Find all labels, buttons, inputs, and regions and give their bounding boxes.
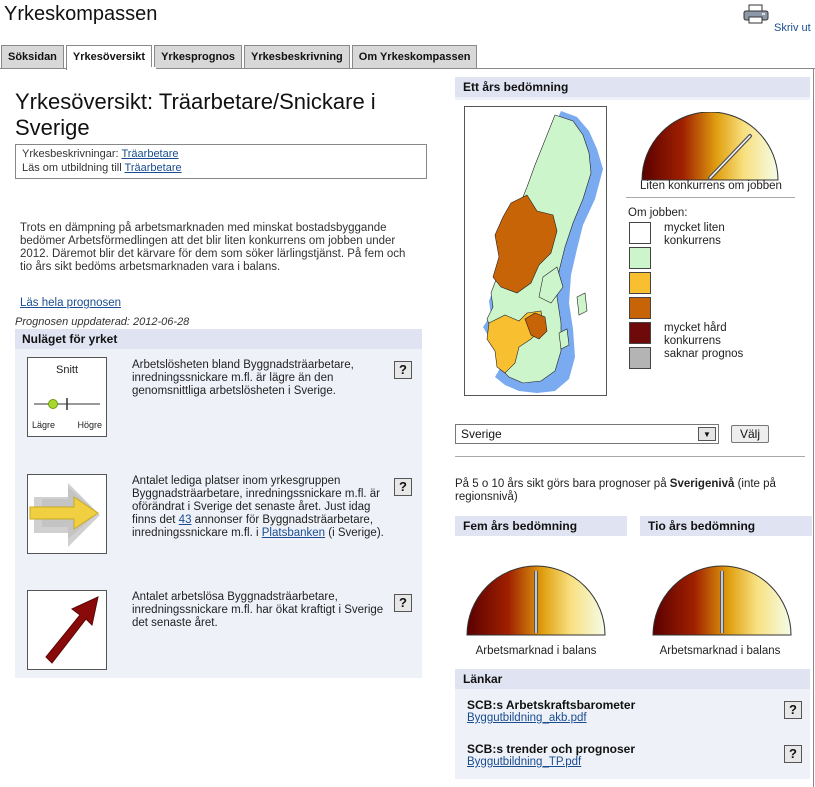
legend-label-none: saknar prognos bbox=[664, 348, 744, 360]
nulaget-heading: Nuläget för yrket bbox=[15, 329, 422, 349]
content-border bbox=[813, 68, 814, 787]
info-box: Yrkesbeskrivningar: Träarbetare Läs om u… bbox=[15, 144, 427, 179]
flat-arrow-icon bbox=[29, 483, 100, 547]
chevron-down-icon[interactable]: ▼ bbox=[698, 427, 716, 441]
ten-year-gauge bbox=[652, 565, 792, 636]
vacancies-text-end: (i Sverige). bbox=[325, 527, 384, 539]
region-select[interactable]: Sverige ▼ bbox=[455, 424, 719, 444]
active-tab-gap bbox=[67, 67, 156, 70]
one-year-heading: Ett års bedömning bbox=[455, 77, 810, 97]
scale-high-label: Högre bbox=[77, 420, 102, 430]
five-year-gauge bbox=[466, 565, 606, 636]
legend-swatch-very-high bbox=[629, 322, 651, 344]
vacancies-text: Antalet lediga platser inom yrkesgruppen… bbox=[132, 475, 384, 540]
descriptions-link[interactable]: Träarbetare bbox=[121, 148, 178, 160]
note-text-bold: Sverigenivå bbox=[669, 478, 735, 490]
help-button-unemployed[interactable]: ? bbox=[394, 594, 412, 612]
ten-year-gauge-label: Arbetsmarknad i balans bbox=[659, 645, 781, 657]
scale-low-label: Lägre bbox=[32, 420, 56, 430]
legend-swatch-mid bbox=[629, 272, 651, 294]
vacancies-indicator bbox=[27, 474, 107, 554]
tab-om-yrkeskompassen[interactable]: Om Yrkeskompassen bbox=[351, 45, 478, 69]
page-title: Yrkesöversikt: Träarbetare/Snickare i Sv… bbox=[15, 89, 376, 140]
gauge-separator bbox=[626, 197, 795, 198]
unemployed-trend-indicator bbox=[27, 590, 107, 670]
sweden-map-graphic bbox=[483, 111, 603, 393]
summary-text: Trots en dämpning på arbetsmarknaden med… bbox=[20, 222, 406, 273]
print-label: Skriv ut bbox=[774, 22, 811, 34]
legend-swatch-low bbox=[629, 247, 651, 269]
education-link[interactable]: Träarbetare bbox=[125, 162, 182, 174]
up-arrow-icon bbox=[45, 596, 99, 664]
five-year-gauge-label: Arbetsmarknad i balans bbox=[475, 645, 597, 657]
select-separator bbox=[455, 456, 805, 457]
one-year-gauge-label: Liten konkurrens om jobben bbox=[640, 180, 782, 192]
education-label: Läs om utbildning till bbox=[22, 162, 122, 174]
ten-year-heading: Tio års bedömning bbox=[640, 516, 812, 536]
help-button-akb[interactable]: ? bbox=[784, 701, 802, 719]
link-title-akb: SCB:s Arbetskraftsbarometer bbox=[467, 698, 636, 712]
valj-button[interactable]: Välj bbox=[731, 425, 769, 443]
average-scale-icon bbox=[34, 398, 100, 410]
printer-icon bbox=[743, 4, 769, 24]
platsbanken-link[interactable]: Platsbanken bbox=[262, 527, 325, 539]
link-title-tp: SCB:s trender och prognoser bbox=[467, 742, 636, 756]
legend-swatch-high bbox=[629, 297, 651, 319]
descriptions-label: Yrkesbeskrivningar: bbox=[22, 148, 119, 160]
note-text-start: På 5 o 10 års sikt görs bara prognoser p… bbox=[455, 478, 670, 490]
one-year-gauge bbox=[641, 112, 779, 181]
legend-label-very-low: mycket liten konkurrens bbox=[664, 222, 725, 247]
updated-date: Prognosen uppdaterad: 2012-06-28 bbox=[15, 316, 190, 328]
forecast-note: På 5 o 10 års sikt görs bara prognoser p… bbox=[455, 478, 805, 504]
link-file-tp[interactable]: Byggutbildning_TP.pdf bbox=[467, 756, 581, 768]
unemployed-trend-text: Antalet arbetslösa Byggnadsträarbetare, … bbox=[132, 591, 384, 629]
help-button-tp[interactable]: ? bbox=[784, 745, 802, 763]
legend-swatch-none bbox=[629, 347, 651, 369]
read-more-link[interactable]: Läs hela prognosen bbox=[20, 297, 121, 309]
help-button-vacancies[interactable]: ? bbox=[394, 478, 412, 496]
unemployment-text: Arbetslösheten bland Byggnadsträarbetare… bbox=[132, 359, 354, 397]
app-title: Yrkeskompassen bbox=[4, 3, 158, 25]
help-button-unemployment[interactable]: ? bbox=[394, 361, 412, 379]
five-year-heading: Fem års bedömning bbox=[455, 516, 627, 536]
legend-label-very-high: mycket hård konkurrens bbox=[664, 322, 727, 347]
tab-yrkesbeskrivning[interactable]: Yrkesbeskrivning bbox=[244, 45, 350, 69]
ads-count-link[interactable]: 43 bbox=[179, 514, 192, 526]
links-heading: Länkar bbox=[455, 669, 810, 689]
tab-soksidan[interactable]: Söksidan bbox=[1, 45, 64, 69]
unemployment-indicator: Snitt Lägre Högre bbox=[27, 357, 107, 437]
link-file-akb[interactable]: Byggutbildning_akb.pdf bbox=[467, 712, 587, 724]
tab-bar: Söksidan Yrkesöversikt Yrkesprognos Yrke… bbox=[1, 45, 478, 70]
tab-yrkesprognos[interactable]: Yrkesprognos bbox=[154, 45, 243, 69]
legend-swatch-very-low bbox=[629, 222, 651, 244]
sweden-map[interactable] bbox=[464, 106, 607, 396]
region-select-value: Sverige bbox=[461, 427, 502, 441]
legend-title: Om jobben: bbox=[628, 207, 688, 219]
indicator-title: Snitt bbox=[55, 364, 78, 376]
